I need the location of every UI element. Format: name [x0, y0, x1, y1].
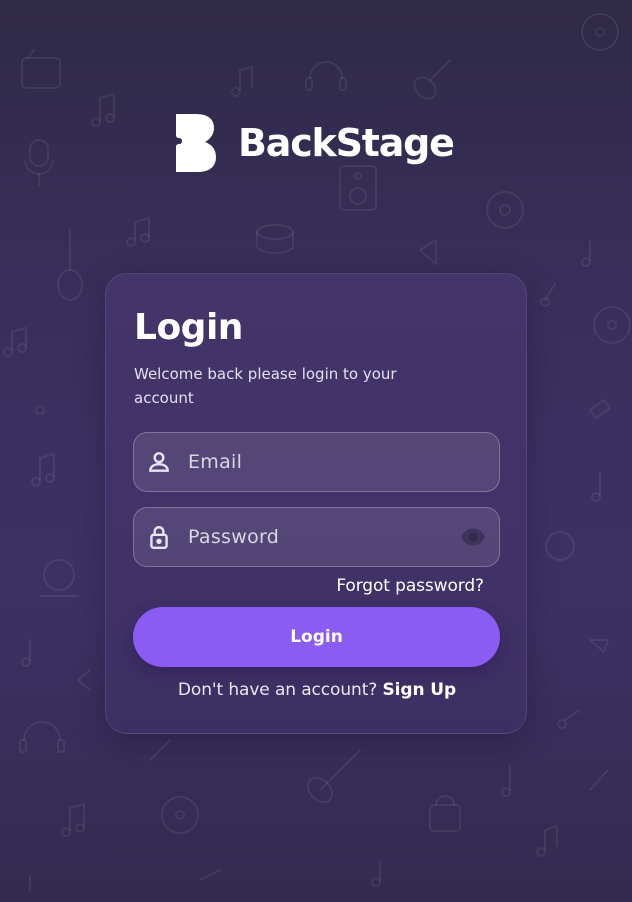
forgot-password-link[interactable]: Forgot password?: [336, 576, 484, 596]
login-subtitle: Welcome back please login to your accoun…: [134, 365, 397, 407]
backstage-b-logo-icon: [176, 114, 216, 172]
brand-name: BackStage: [238, 121, 455, 165]
login-screen: BackStage Login Welcome back please logi…: [0, 0, 632, 902]
signup-link[interactable]: Sign Up: [383, 680, 457, 700]
password-input[interactable]: [188, 526, 459, 548]
login-card: Login Welcome back please login to your …: [105, 273, 527, 734]
signup-row: Don't have an account? Sign Up: [106, 680, 528, 700]
login-title: Login: [134, 307, 243, 348]
eye-icon[interactable]: [459, 523, 487, 551]
login-button[interactable]: Login: [133, 607, 500, 667]
signup-prompt: Don't have an account?: [177, 680, 378, 700]
lock-icon: [146, 524, 172, 550]
person-icon: [146, 449, 172, 475]
email-input[interactable]: [188, 451, 499, 473]
password-field[interactable]: [133, 507, 500, 567]
email-field[interactable]: [133, 432, 500, 492]
brand-logo: BackStage: [174, 112, 455, 174]
